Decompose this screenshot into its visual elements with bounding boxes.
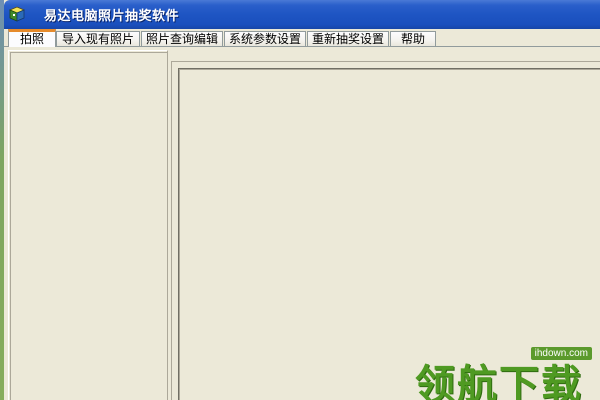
tab-import-photos[interactable]: 导入现有照片 — [56, 31, 140, 46]
watermark-logo: 领航下载 — [415, 362, 583, 400]
tab-redraw-settings[interactable]: 重新抽奖设置 — [307, 31, 389, 46]
tab-photo[interactable]: 拍照 — [8, 29, 56, 47]
tab-divider — [4, 46, 600, 47]
title-bar[interactable]: 易达电脑照片抽奖软件 — [4, 0, 600, 29]
window-title: 易达电脑照片抽奖软件 — [44, 9, 180, 24]
tab-bar: 拍照 导入现有照片 照片查询编辑 系统参数设置 重新抽奖设置 帮助 — [4, 29, 600, 47]
desktop-background-strip — [0, 0, 4, 400]
app-window: 易达电脑照片抽奖软件 拍照 导入现有照片 照片查询编辑 系统参数设置 重新抽奖设… — [0, 0, 600, 400]
left-panel-frame — [10, 52, 167, 400]
left-panel — [8, 50, 168, 400]
tab-photo-query-edit[interactable]: 照片查询编辑 — [141, 31, 223, 46]
tab-help[interactable]: 帮助 — [390, 31, 436, 46]
tab-system-settings[interactable]: 系统参数设置 — [224, 31, 306, 46]
app-cube-icon[interactable] — [8, 6, 26, 22]
